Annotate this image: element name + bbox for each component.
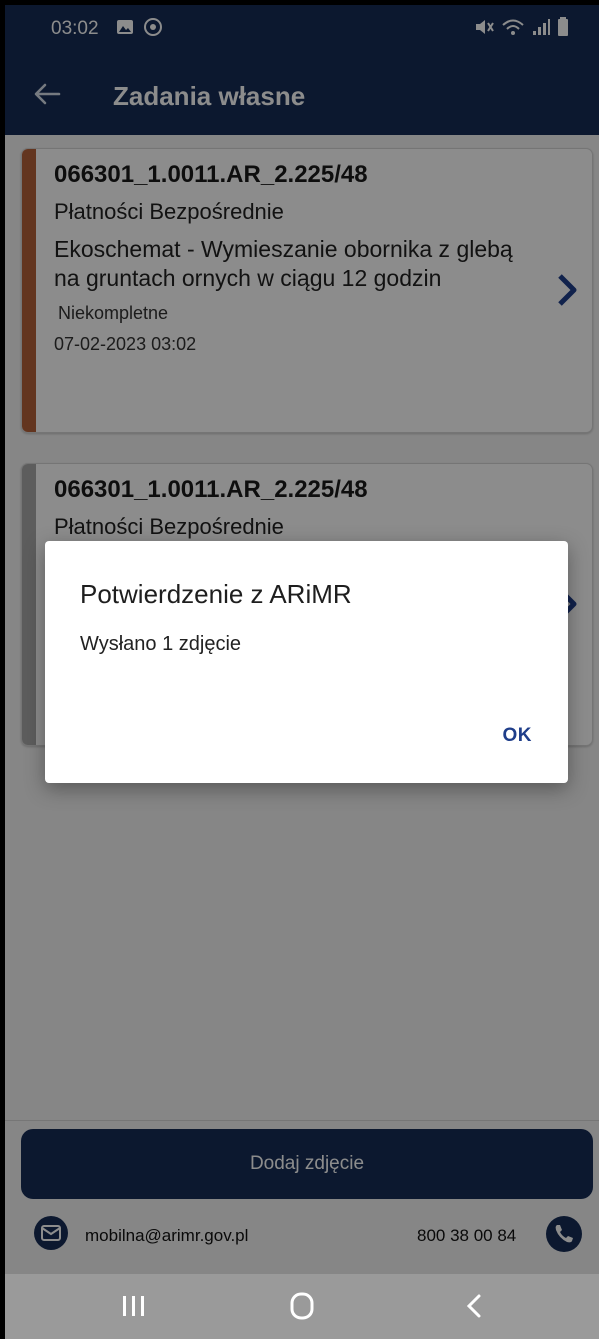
home-icon[interactable] [282, 1288, 322, 1324]
back-nav-icon[interactable] [455, 1288, 495, 1324]
ok-button[interactable]: OK [503, 725, 533, 747]
dialog-message: Wysłano 1 zdjęcie [80, 633, 242, 655]
screen: 03:02 Zadania własne 066301_1.0011.AR_2.… [5, 5, 599, 1339]
recent-apps-icon[interactable] [113, 1288, 153, 1324]
confirmation-dialog: Potwierdzenie z ARiMR Wysłano 1 zdjęcie … [45, 541, 568, 783]
dialog-title: Potwierdzenie z ARiMR [80, 579, 352, 609]
system-nav-bar [5, 1274, 599, 1339]
